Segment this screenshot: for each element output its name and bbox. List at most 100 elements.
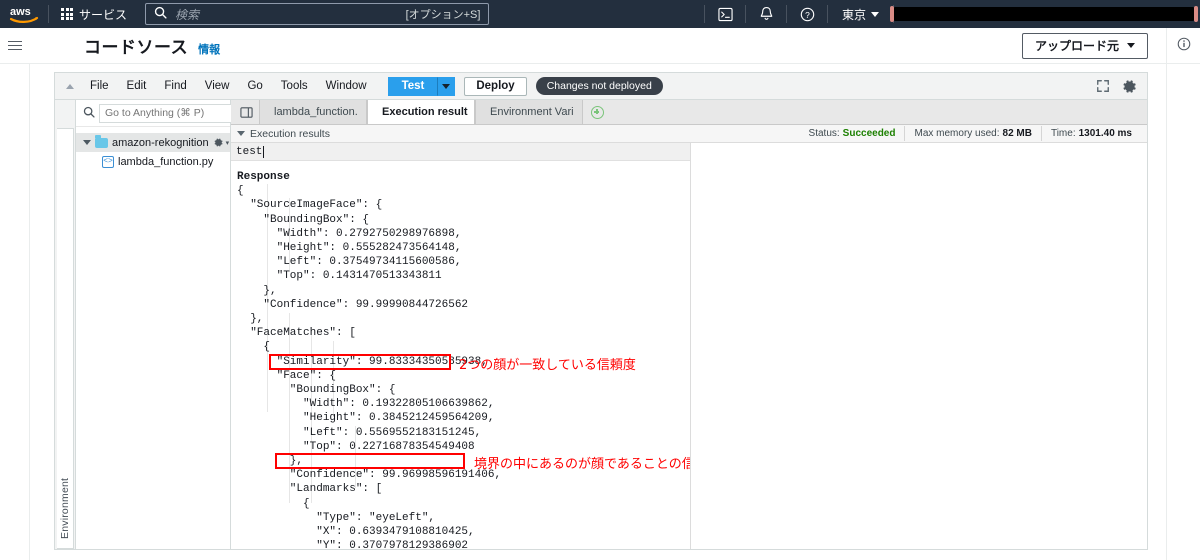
menubar-right-actions <box>1091 75 1147 97</box>
cloudshell-icon[interactable] <box>705 0 745 28</box>
time-label: Time: <box>1050 128 1076 139</box>
svg-text:?: ? <box>805 9 810 19</box>
chevron-down-icon <box>83 140 91 145</box>
aws-top-navigation: aws サービス 検索 [オプション+S] ? 東京 <box>0 0 1200 28</box>
memory-label: Max memory used: <box>914 128 1000 139</box>
folder-label: amazon-rekognition <box>112 136 209 149</box>
menu-file[interactable]: File <box>81 73 118 99</box>
console-right-filler <box>691 143 1147 549</box>
menu-window[interactable]: Window <box>317 73 376 99</box>
memory-badge: Max memory used: 82 MB <box>905 126 1042 141</box>
svg-text:aws: aws <box>10 6 31 18</box>
console-prompt-line[interactable]: test <box>231 143 690 161</box>
services-label: サービス <box>79 7 128 22</box>
cloud9-ide: File Edit Find View Go Tools Window Test… <box>54 72 1148 550</box>
status-badge: Status: Succeeded <box>800 126 906 141</box>
tab-label: Execution result <box>382 106 468 118</box>
chevron-down-icon: ▾ <box>225 139 230 147</box>
global-search-box[interactable]: 検索 [オプション+S] <box>145 3 490 25</box>
similarity-annotation-text: 2つの顔が一致している信頼度 <box>459 358 636 373</box>
code-source-container: File Edit Find View Go Tools Window Test… <box>30 64 1166 560</box>
tab-environment-variables[interactable]: Environment Vari ✕ <box>475 100 583 124</box>
tab-execution-result[interactable]: Execution result ✕ <box>367 100 475 124</box>
gear-icon[interactable] <box>1117 75 1141 97</box>
right-rail <box>1166 28 1200 63</box>
confidence-annotation-text: 境界の中にあるのが顔であることの信頼度 <box>474 457 690 472</box>
expand-icon[interactable] <box>1091 75 1115 97</box>
response-code-area[interactable]: Response { "SourceImageFace": { "Boundin… <box>231 161 690 549</box>
account-menu-redacted[interactable] <box>890 6 1199 22</box>
region-label: 東京 <box>842 7 867 22</box>
ide-menu-bar: File Edit Find View Go Tools Window Test… <box>55 73 1147 100</box>
tree-folder-amazon-rekognition[interactable]: amazon-rekognition ▾ <box>76 133 230 152</box>
file-explorer: amazon-rekognition ▾ <> lamb <box>76 100 246 549</box>
upload-from-button[interactable]: アップロード元 <box>1021 32 1148 59</box>
new-tab-button[interactable] <box>583 100 611 124</box>
changes-not-deployed-badge: Changes not deployed <box>535 77 663 95</box>
menu-edit[interactable]: Edit <box>118 73 156 99</box>
tab-label: lambda_function. <box>274 106 358 118</box>
left-gutter <box>0 64 30 560</box>
search-icon <box>154 6 167 22</box>
region-selector[interactable]: 東京 <box>828 0 893 28</box>
tab-lambda-function[interactable]: lambda_function. ✕ <box>259 100 367 124</box>
info-circle-icon[interactable] <box>1177 37 1191 63</box>
menu-find[interactable]: Find <box>155 73 195 99</box>
console-split: test Response {"SourceImageFace": {"Bo… <box>231 143 1147 549</box>
search-placeholder: 検索 <box>175 7 200 22</box>
editor-tab-bar: lambda_function. ✕ Execution result ✕ En… <box>231 100 1147 125</box>
console-output-pane[interactable]: test Response {"SourceImageFace": {"Bo… <box>231 143 691 549</box>
environment-tab[interactable]: Environment <box>56 128 74 549</box>
test-dropdown-button[interactable] <box>438 76 456 96</box>
page-title-area: コードソース 情報 <box>60 33 1022 58</box>
execution-results-toggle[interactable]: Execution results <box>231 128 330 140</box>
menu-view[interactable]: View <box>196 73 239 99</box>
chevron-down-icon <box>442 83 451 89</box>
ide-main-row: Environment Go to Anything (⌘ P) amazon-… <box>55 100 1147 549</box>
explorer-search-row <box>76 100 246 127</box>
test-button-group[interactable]: Test <box>387 76 456 96</box>
deploy-button[interactable]: Deploy <box>464 76 527 96</box>
plus-circle-icon <box>590 105 604 119</box>
folder-gear-icon[interactable]: ▾ <box>213 137 230 148</box>
grid-icon <box>61 8 73 20</box>
search-icon[interactable] <box>80 106 95 121</box>
services-menu-button[interactable]: サービス <box>49 0 139 28</box>
page-header: コードソース 情報 アップロード元 <box>0 28 1200 64</box>
bell-icon[interactable] <box>746 0 786 28</box>
text-cursor <box>263 145 265 158</box>
info-link[interactable]: 情報 <box>198 41 220 57</box>
folder-icon <box>95 134 108 148</box>
chevron-down-icon <box>1127 43 1135 48</box>
collapse-panel-icon[interactable] <box>59 83 81 89</box>
chevron-down-icon <box>871 11 880 17</box>
status-value: Succeeded <box>842 128 896 139</box>
search-shortcut-hint: [オプション+S] <box>405 9 481 21</box>
tab-label: Environment Vari <box>490 106 574 118</box>
test-button[interactable]: Test <box>387 76 439 96</box>
go-to-anything-input[interactable] <box>99 103 246 123</box>
right-side-rail <box>1166 64 1200 560</box>
left-rail-spacer <box>30 28 60 63</box>
menu-tools[interactable]: Tools <box>272 73 317 99</box>
file-label: lambda_function.py <box>118 155 214 168</box>
hamburger-icon[interactable] <box>0 28 30 64</box>
execution-results-label: Execution results <box>250 127 330 140</box>
aws-logo[interactable]: aws <box>0 0 48 28</box>
menu-go[interactable]: Go <box>238 73 271 99</box>
code-file-icon: <> <box>102 155 114 168</box>
page-body: File Edit Find View Go Tools Window Test… <box>0 64 1200 560</box>
tree-file-lambda-function[interactable]: <> lambda_function.py <box>76 152 230 171</box>
panel-toggle-icon[interactable] <box>233 100 259 124</box>
prompt-text: test <box>236 145 263 158</box>
memory-value: 82 MB <box>1002 128 1032 139</box>
question-circle-icon[interactable]: ? <box>787 0 827 28</box>
file-tree: amazon-rekognition ▾ <> lambda_function.… <box>76 127 230 171</box>
status-chip-group: Status: Succeeded Max memory used: 82 MB… <box>800 125 1147 142</box>
upload-from-label: アップロード元 <box>1034 39 1119 53</box>
execution-results-bar: Execution results Status: Succeeded Max … <box>231 125 1147 143</box>
duration-badge: Time: 1301.40 ms <box>1042 126 1141 141</box>
environment-strip: Environment <box>55 100 76 549</box>
response-heading: Response <box>237 171 290 183</box>
time-value: 1301.40 ms <box>1078 128 1132 139</box>
